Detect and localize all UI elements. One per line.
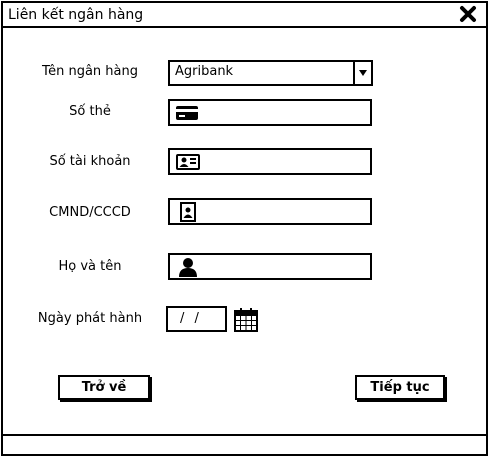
window-title: Liên kết ngân hàng [8,7,144,23]
bank-link-window: Liên kết ngân hàng Tên ngân hàng Agriban… [1,1,488,456]
back-button[interactable]: Trở về [58,375,150,400]
issue-date-label: Ngày phát hành [37,311,143,326]
card-number-label: Số thẻ [69,104,111,119]
close-icon[interactable] [458,4,478,24]
bank-label: Tên ngân hàng [41,64,138,79]
card-number-input[interactable] [168,99,372,126]
id-badge-icon [180,202,196,222]
status-bar [3,434,486,454]
issue-date-value: / / [180,311,202,326]
calendar-icon[interactable] [234,308,258,332]
credit-card-icon [176,106,198,120]
full-name-label: Họ và tên [58,259,122,274]
account-number-label: Số tài khoản [49,154,131,169]
account-number-input[interactable] [168,148,372,175]
title-bar: Liên kết ngân hàng [3,3,486,28]
id-number-label: CMND/CCCD [49,205,131,220]
id-card-icon [176,154,200,170]
full-name-input[interactable] [168,253,372,280]
next-button[interactable]: Tiếp tục [355,375,445,400]
chevron-down-icon[interactable] [353,62,371,84]
issue-date-input[interactable]: / / [166,306,227,332]
user-icon [179,258,197,277]
bank-select[interactable]: Agribank [168,60,373,86]
id-number-input[interactable] [168,198,372,225]
bank-select-value: Agribank [175,64,234,79]
